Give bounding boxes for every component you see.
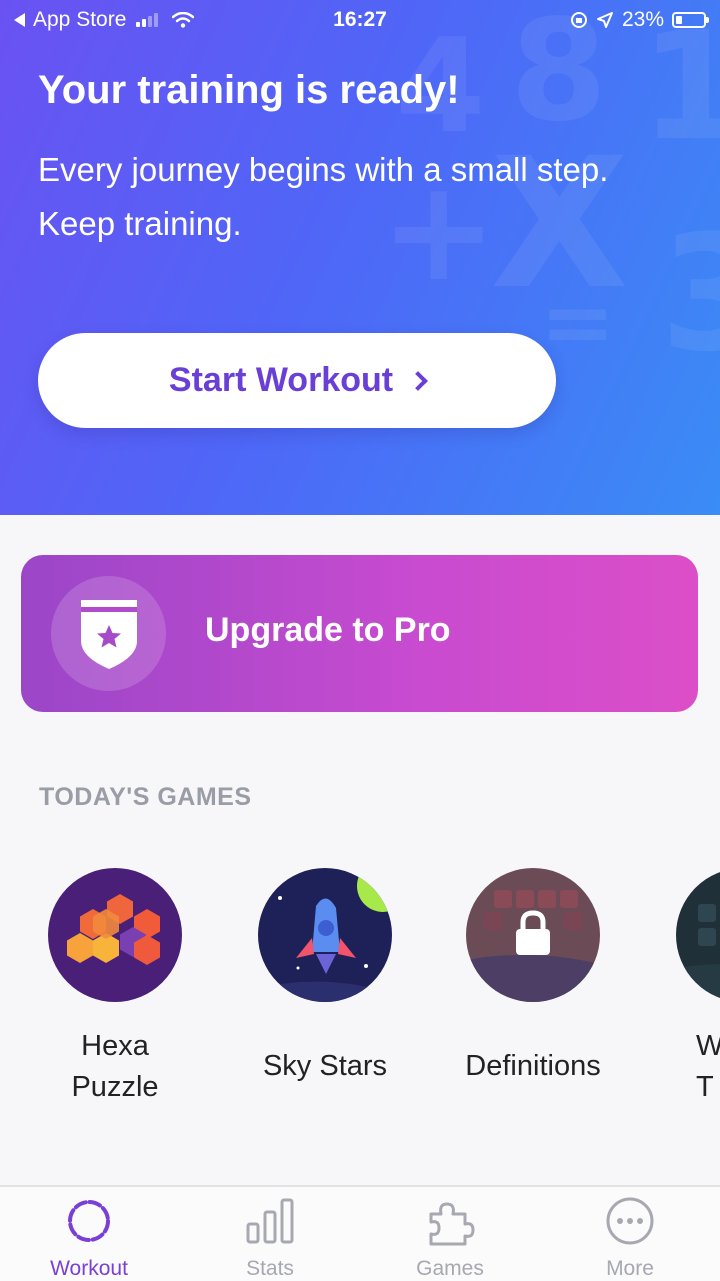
pro-badge	[51, 576, 166, 691]
chevron-right-icon	[408, 370, 428, 391]
game-sky-stars[interactable]: Sky Stars	[248, 868, 402, 1087]
bar-chart-icon	[246, 1198, 294, 1244]
rocket-icon	[258, 868, 392, 1002]
workout-ring-icon	[68, 1200, 110, 1242]
more-dots-icon	[606, 1197, 654, 1245]
hero-subtitle: Every journey begins with a small step. …	[38, 151, 609, 242]
hexagon-puzzle-icon	[48, 868, 182, 1002]
tab-label: Workout	[50, 1257, 128, 1280]
rotation-lock-icon	[570, 12, 587, 28]
status-right: 23%	[570, 8, 709, 32]
upgrade-to-pro-banner[interactable]: Upgrade to Pro	[21, 555, 698, 712]
lock-icon	[516, 910, 550, 955]
definitions-tile	[466, 868, 600, 1002]
battery-percent: 23%	[621, 8, 664, 31]
tab-bar: Workout Stats Games More	[0, 1185, 720, 1281]
partial-game-icon	[676, 868, 720, 1002]
game-hexa-puzzle[interactable]: Hexa Puzzle	[38, 868, 192, 1108]
tab-games[interactable]: Games	[385, 1195, 515, 1281]
tab-label: Games	[416, 1257, 484, 1280]
shield-star-icon	[80, 599, 137, 669]
game-label: W T	[696, 1030, 720, 1103]
start-workout-button[interactable]: Start Workout	[38, 333, 556, 428]
tab-label: More	[606, 1257, 654, 1280]
tab-workout[interactable]: Workout	[24, 1195, 154, 1281]
tab-stats[interactable]: Stats	[205, 1195, 335, 1281]
section-title-todays-games: TODAY'S GAMES	[39, 783, 252, 811]
game-label: Definitions	[465, 1050, 601, 1082]
start-workout-label: Start Workout	[168, 361, 394, 399]
game-label: Sky Stars	[262, 1050, 388, 1082]
puzzle-piece-icon	[429, 1202, 475, 1246]
game-partial[interactable]: W T	[676, 868, 720, 1108]
status-bar: App Store 16:27 23%	[0, 0, 720, 40]
game-definitions[interactable]: Definitions	[458, 868, 608, 1087]
location-arrow-icon	[596, 12, 613, 28]
hero-banner: 4 8 1 + X = 3 App Store 16:27 23% Your t…	[0, 0, 720, 515]
tab-label: Stats	[246, 1257, 294, 1280]
game-label: Hexa Puzzle	[71, 1030, 159, 1103]
tab-more[interactable]: More	[565, 1195, 695, 1281]
battery-icon	[672, 12, 709, 28]
hero-title: Your training is ready!	[38, 68, 460, 112]
upgrade-label: Upgrade to Pro	[205, 611, 451, 649]
